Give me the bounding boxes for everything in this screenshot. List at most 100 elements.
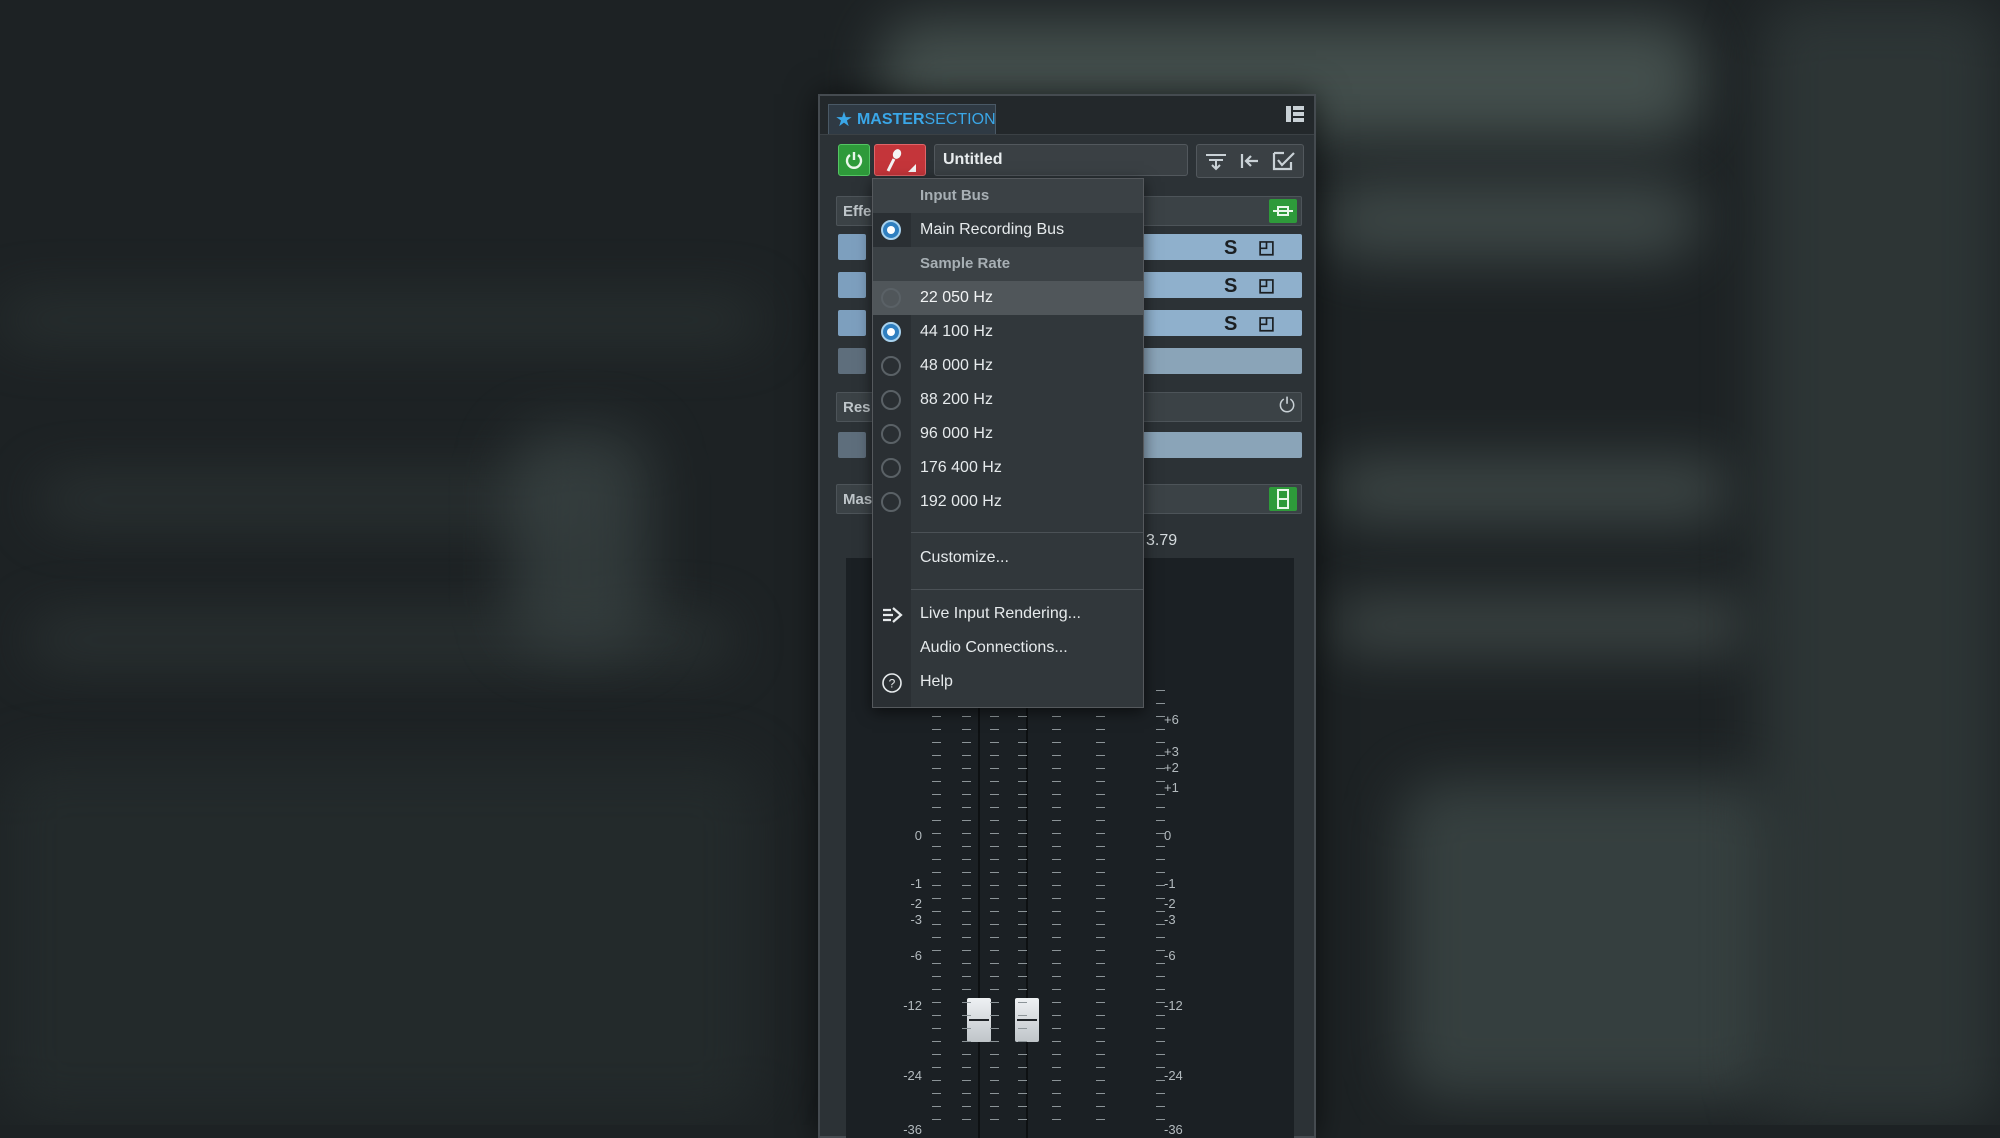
meter-tick	[932, 1028, 941, 1029]
meter-tick	[1018, 833, 1027, 834]
solo-icon[interactable]: S	[1224, 275, 1237, 298]
drag-handle-icon[interactable]	[838, 234, 866, 260]
drag-handle-icon[interactable]	[838, 310, 866, 336]
meter-tick	[990, 1106, 999, 1107]
resampling-slot-bar[interactable]	[1138, 432, 1302, 458]
menu-item-rate[interactable]: 176 400 Hz	[873, 451, 1143, 485]
meter-tick	[1018, 1080, 1027, 1081]
radio-icon	[881, 390, 901, 410]
meter-tick	[1156, 781, 1165, 782]
meter-tick	[932, 924, 941, 925]
meter-tick	[932, 1054, 941, 1055]
fader-left[interactable]	[967, 998, 991, 1042]
meter-tick	[990, 1093, 999, 1094]
meter-tick	[962, 729, 971, 730]
meter-tick	[1052, 794, 1061, 795]
bypass-icon	[1273, 206, 1293, 216]
meter-tick	[1018, 989, 1027, 990]
slot-option-icon[interactable]: ◰	[1258, 313, 1275, 334]
fader-right[interactable]	[1015, 998, 1039, 1042]
meter-tick	[962, 1106, 971, 1107]
menu-item-rate[interactable]: 192 000 Hz	[873, 485, 1143, 519]
effect-slot-bar[interactable]: S ◰	[1138, 234, 1302, 260]
scale-label: -1	[910, 876, 922, 891]
resampling-toggle-icon[interactable]: ⏻	[1279, 395, 1295, 418]
effects-bypass-button[interactable]	[1269, 199, 1297, 223]
meter-tick	[932, 820, 941, 821]
tab-master-section[interactable]: ★ MASTER SECTION	[828, 104, 996, 134]
meter-tick	[1096, 1015, 1105, 1016]
effect-slot-bar[interactable]: S ◰	[1138, 272, 1302, 298]
empty-slot-bar[interactable]	[1138, 348, 1302, 374]
input-settings-button[interactable]	[874, 144, 926, 176]
save-preset-icon[interactable]	[1271, 149, 1297, 173]
menu-item-label: 192 000 Hz	[920, 493, 1002, 510]
meter-tick	[1096, 1002, 1105, 1003]
meter-tick	[1052, 820, 1061, 821]
meter-tick	[990, 963, 999, 964]
panel-menu-icon[interactable]	[1286, 106, 1304, 122]
drag-handle-icon[interactable]	[838, 272, 866, 298]
meter-tick	[1052, 1028, 1061, 1029]
solo-icon[interactable]: S	[1224, 313, 1237, 336]
meter-tick	[932, 1093, 941, 1094]
effect-slot-bar[interactable]: S ◰	[1138, 310, 1302, 336]
meter-tick	[990, 911, 999, 912]
master-output-toggle[interactable]	[1269, 487, 1297, 511]
input-settings-menu: Input Bus Main Recording Bus Sample Rate…	[872, 178, 1144, 708]
meter-tick	[932, 937, 941, 938]
meter-tick	[1052, 885, 1061, 886]
scale-label: -12	[903, 998, 922, 1013]
meter-tick	[990, 807, 999, 808]
meter-tick	[1096, 729, 1105, 730]
meter-tick	[1052, 924, 1061, 925]
preset-menu-icon[interactable]	[1203, 149, 1229, 173]
meter-tick	[1156, 755, 1165, 756]
meter-tick	[1052, 1054, 1061, 1055]
menu-item-rate[interactable]: 88 200 Hz	[873, 383, 1143, 417]
meter-tick	[990, 885, 999, 886]
menu-item-main-recording-bus[interactable]: Main Recording Bus	[873, 213, 1143, 247]
meter-tick	[1096, 716, 1105, 717]
meter-tick	[1096, 976, 1105, 977]
meter-tick	[1156, 963, 1165, 964]
meter-tick	[932, 846, 941, 847]
menu-item-live-input-rendering[interactable]: Live Input Rendering...	[873, 597, 1143, 631]
meter-tick	[1052, 1119, 1061, 1120]
menu-item-label: 22 050 Hz	[920, 289, 993, 306]
meter-tick	[990, 1067, 999, 1068]
meter-tick	[1018, 1054, 1027, 1055]
meter-tick	[1096, 872, 1105, 873]
menu-item-rate[interactable]: 22 050 Hz	[873, 281, 1143, 315]
add-icon[interactable]	[838, 348, 866, 374]
meter-tick	[990, 1002, 999, 1003]
meter-tick	[932, 794, 941, 795]
meter-tick	[932, 1067, 941, 1068]
solo-icon[interactable]: S	[1224, 237, 1237, 260]
meter-tick	[1096, 898, 1105, 899]
power-button[interactable]	[838, 144, 870, 176]
menu-item-rate[interactable]: 48 000 Hz	[873, 349, 1143, 383]
meter-tick	[962, 833, 971, 834]
star-icon: ★	[835, 108, 853, 131]
slot-option-icon[interactable]: ◰	[1258, 275, 1275, 296]
menu-item-customize[interactable]: Customize...	[873, 541, 1143, 575]
menu-item-rate[interactable]: 96 000 Hz	[873, 417, 1143, 451]
meter-tick	[1018, 872, 1027, 873]
meter-tick	[1156, 872, 1165, 873]
meter-tick	[962, 755, 971, 756]
meter-tick	[1052, 768, 1061, 769]
meter-tick	[932, 885, 941, 886]
menu-item-audio-connections[interactable]: Audio Connections...	[873, 631, 1143, 665]
preset-name-field[interactable]: Untitled	[934, 144, 1188, 176]
meter-tick	[1052, 859, 1061, 860]
meter-tick	[990, 924, 999, 925]
meter-tick	[1018, 820, 1027, 821]
slot-option-icon[interactable]: ◰	[1258, 237, 1275, 258]
restore-preset-icon[interactable]	[1237, 149, 1263, 173]
meter-tick	[1096, 1106, 1105, 1107]
menu-item-rate[interactable]: 44 100 Hz	[873, 315, 1143, 349]
power-icon	[845, 152, 863, 169]
menu-item-help[interactable]: ? Help	[873, 665, 1143, 699]
menu-header-label: Input Bus	[920, 187, 990, 204]
